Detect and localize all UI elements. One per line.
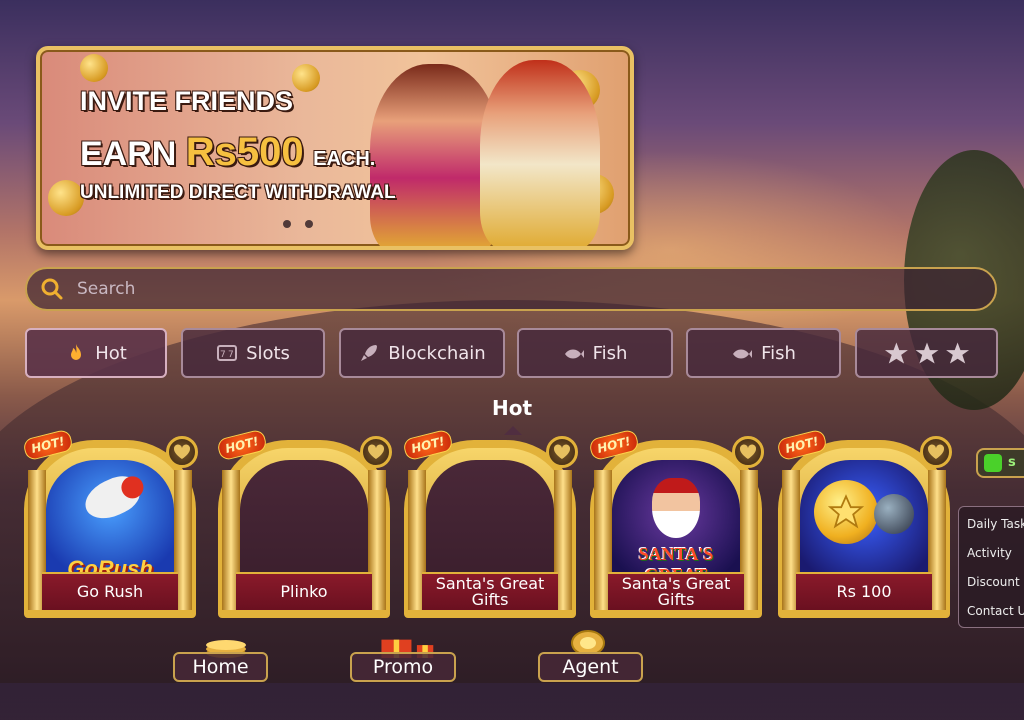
agent-icon <box>571 630 605 654</box>
promo-banner[interactable]: INVITE FRIENDS EARN Rs500 EACH. UNLIMITE… <box>36 46 634 250</box>
heart-icon <box>173 444 191 459</box>
game-card-santas-great-gifts-2[interactable]: SANTA'S GREAT GIFTS Santa's Great Gifts … <box>588 428 764 618</box>
svg-text:7: 7 <box>220 350 226 360</box>
carousel-dots <box>283 220 313 228</box>
carousel-dot[interactable] <box>283 220 291 228</box>
fish-icon <box>564 349 584 359</box>
search-input[interactable] <box>75 278 959 300</box>
tab-label: Fish <box>761 342 796 364</box>
coin-decoration <box>292 64 320 92</box>
favorite-button[interactable] <box>732 436 764 468</box>
banner-headline: INVITE FRIENDS <box>80 86 294 116</box>
tab-label: Fish <box>592 342 628 364</box>
game-card-plinko[interactable]: Plinko HOT! <box>216 428 392 618</box>
carousel-dot[interactable] <box>305 220 313 228</box>
game-card-rs-100[interactable]: Rs 100 HOT! <box>776 428 952 618</box>
favorite-button[interactable] <box>166 436 198 468</box>
favorite-button[interactable] <box>546 436 578 468</box>
svg-text:7: 7 <box>228 350 234 360</box>
side-menu: Daily Task Activity Discount Contact U <box>958 506 1024 628</box>
side-menu-item-daily-task[interactable]: Daily Task <box>967 517 1024 531</box>
game-name: Go Rush <box>42 572 178 610</box>
tab-label: Slots <box>246 342 290 364</box>
fish-icon <box>733 349 753 359</box>
tab-label: Blockchain <box>388 342 486 364</box>
side-menu-item-contact[interactable]: Contact U <box>967 604 1024 618</box>
coin-art <box>814 480 878 544</box>
banner-amount: Rs500 <box>185 130 304 174</box>
game-card-go-rush[interactable]: GoRush Go Rush HOT! <box>22 428 198 618</box>
search-icon <box>41 278 63 300</box>
game-card-santas-great-gifts[interactable]: Santa's Great Gifts HOT! <box>402 428 578 618</box>
section-caret <box>504 426 522 435</box>
nav-agent[interactable]: Agent <box>538 652 643 682</box>
flame-icon <box>71 344 82 360</box>
rocket-icon <box>361 345 378 361</box>
favorite-button[interactable] <box>360 436 392 468</box>
side-menu-item-activity[interactable]: Activity <box>967 546 1012 560</box>
tab-slots[interactable]: 77 Slots <box>181 328 325 378</box>
toggle-indicator <box>984 454 1002 472</box>
heart-icon <box>553 444 571 459</box>
nav-label: Home <box>192 656 249 678</box>
banner-subline: UNLIMITED DIRECT WITHDRAWAL <box>80 182 396 203</box>
tab-fish-2[interactable]: Fish <box>686 328 841 378</box>
nav-promo[interactable]: Promo <box>350 652 456 682</box>
heart-icon <box>927 444 945 459</box>
heart-icon <box>367 444 385 459</box>
tab-blockchain[interactable]: Blockchain <box>339 328 505 378</box>
game-name: Rs 100 <box>796 572 932 610</box>
tab-label: Hot <box>95 342 127 364</box>
game-name: Plinko <box>236 572 372 610</box>
nav-label: Promo <box>372 656 434 678</box>
banner-offer: EARN Rs500 EACH. <box>80 130 375 175</box>
tab-hot[interactable]: Hot <box>25 328 167 378</box>
bomb-art <box>874 494 914 534</box>
search-bar <box>25 267 997 311</box>
rocket-art <box>79 469 145 527</box>
slots-icon: 77 <box>217 345 238 361</box>
banner-earn: EARN <box>80 135 177 173</box>
favorite-button[interactable] <box>920 436 952 468</box>
tab-fish[interactable]: Fish <box>517 328 673 378</box>
game-name: Santa's Great Gifts <box>422 572 558 610</box>
tab-favorites[interactable] <box>855 328 998 378</box>
toggle-text: s <box>1008 455 1016 470</box>
stars-icon <box>884 342 969 364</box>
heart-icon <box>739 444 757 459</box>
nav-home[interactable]: Home <box>173 652 268 682</box>
game-name: Santa's Great Gifts <box>608 572 744 610</box>
side-toggle[interactable]: s <box>976 448 1024 478</box>
santa-art <box>652 478 700 538</box>
banner-each: EACH. <box>313 148 376 170</box>
section-title: Hot <box>491 396 533 420</box>
banner-man-character <box>480 60 600 246</box>
coin-decoration <box>80 54 108 82</box>
coin-decoration <box>48 180 84 216</box>
nav-label: Agent <box>562 656 619 678</box>
star-icon <box>828 494 864 529</box>
side-menu-item-discount[interactable]: Discount <box>967 575 1020 589</box>
